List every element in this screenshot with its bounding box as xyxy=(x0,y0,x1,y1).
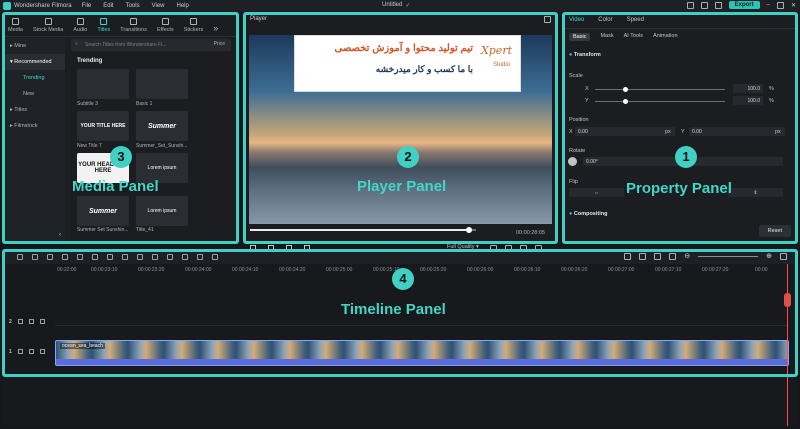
export-button[interactable]: Export xyxy=(728,1,760,9)
property-panel-caption: Property Panel xyxy=(626,180,732,197)
project-title[interactable]: Untitled xyxy=(382,2,402,9)
close-icon[interactable]: ✕ xyxy=(791,2,796,9)
media-panel-caption: Media Panel xyxy=(72,178,159,195)
media-panel-outline xyxy=(2,12,239,244)
menu-file[interactable]: File xyxy=(82,3,92,9)
menu-tools[interactable]: Tools xyxy=(126,3,140,9)
menu-help[interactable]: Help xyxy=(177,3,189,9)
save-icon[interactable] xyxy=(700,1,708,9)
timeline-panel-number: 4 xyxy=(392,268,414,290)
saved-check-icon: ✓ xyxy=(405,3,411,9)
player-panel-number: 2 xyxy=(397,146,419,168)
menu-view[interactable]: View xyxy=(152,3,165,9)
timeline-panel-caption: Timeline Panel xyxy=(341,301,446,318)
layout-icon[interactable] xyxy=(686,1,694,9)
player-panel-caption: Player Panel xyxy=(357,178,447,195)
menu-edit[interactable]: Edit xyxy=(103,3,113,9)
property-panel-outline xyxy=(562,12,798,244)
user-icon[interactable] xyxy=(714,1,722,9)
property-panel-number: 1 xyxy=(675,146,697,168)
maximize-icon[interactable] xyxy=(776,1,784,9)
player-panel-outline xyxy=(243,12,558,244)
menu-bar: File Edit Tools View Help xyxy=(82,3,189,9)
media-panel-number: 3 xyxy=(110,146,132,168)
minimize-icon[interactable]: – xyxy=(767,2,770,8)
filmora-logo-icon xyxy=(3,2,11,10)
window-controls: Export – ✕ xyxy=(686,1,796,9)
project-title-area: Untitled ✓ xyxy=(382,2,410,9)
title-bar: Wondershare Filmora File Edit Tools View… xyxy=(0,0,800,12)
app-name: Wondershare Filmora xyxy=(14,3,72,9)
